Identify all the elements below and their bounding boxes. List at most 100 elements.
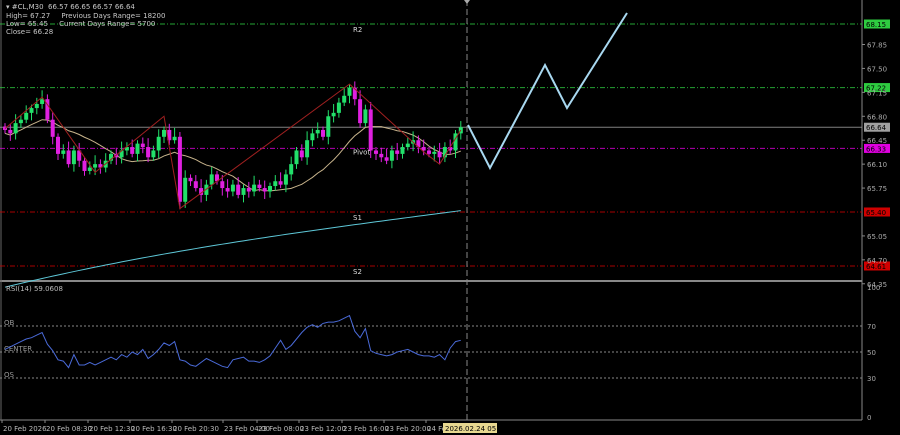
bear-candle	[188, 177, 193, 182]
bull-candle	[310, 133, 315, 141]
price-tick-label: 67.50	[867, 65, 887, 73]
price-tick-label: 67.85	[867, 42, 887, 50]
bear-candle	[236, 184, 241, 195]
bull-candle	[29, 108, 34, 113]
bear-candle	[278, 181, 283, 185]
low-value: Low= 65.45	[6, 20, 48, 28]
bull-candle	[34, 103, 39, 109]
time-label: 23 Feb 20:00	[385, 425, 431, 433]
bear-candle	[262, 188, 267, 192]
price-tick-label: 64.70	[867, 257, 887, 265]
price-chart[interactable]: 68.15R267.2266.6466.33Pivot65.40S164.61S…	[0, 0, 900, 435]
bull-candle	[315, 129, 320, 134]
bull-candle	[183, 177, 188, 202]
bear-candle	[299, 150, 304, 158]
bull-candle	[336, 102, 341, 113]
bear-candle	[56, 136, 60, 154]
rsi-tick-label: 100	[867, 284, 880, 292]
bull-candle	[156, 136, 161, 151]
pivot-label: S2	[353, 268, 362, 276]
bear-candle	[82, 160, 87, 171]
bull-candle	[87, 167, 92, 171]
bull-candle	[241, 188, 246, 195]
bear-candle	[193, 181, 198, 189]
bear-candle	[321, 129, 325, 137]
bull-candle	[162, 129, 166, 137]
bull-candle	[18, 119, 23, 124]
bull-candle	[289, 164, 294, 175]
rsi-tick-label: 70	[867, 323, 876, 331]
bull-candle	[252, 184, 257, 192]
bull-candle	[268, 186, 272, 192]
bear-candle	[140, 143, 145, 148]
bull-candle	[405, 143, 410, 148]
cur-range: Current Days Range= 5700	[59, 20, 156, 28]
rsi-line	[4, 314, 461, 369]
rsi-tick-label: 0	[867, 414, 871, 422]
rsi-title: RSI(14) 59.0608	[6, 285, 63, 293]
bear-candle	[384, 157, 389, 161]
bull-candle	[135, 143, 140, 154]
pivot-label: S1	[353, 214, 362, 222]
bear-candle	[177, 136, 182, 202]
rsi-tick-label: 30	[867, 375, 876, 383]
rsi-level-label: CENTER	[4, 345, 32, 353]
bull-candle	[283, 174, 288, 185]
level-tag-text: 68.15	[866, 21, 886, 29]
bear-candle	[374, 150, 378, 154]
bull-candle	[347, 87, 352, 96]
bull-candle	[389, 150, 394, 161]
bull-candle	[71, 150, 76, 165]
bull-candle	[331, 112, 336, 117]
bear-candle	[379, 153, 384, 158]
bear-candle	[66, 150, 71, 165]
level-tag-text: 66.64	[866, 124, 887, 132]
rsi-level-label: OB	[4, 319, 15, 327]
bull-candle	[294, 150, 299, 165]
time-label: 20 Feb 08:30	[46, 425, 92, 433]
bull-candle	[61, 150, 66, 154]
high-value: High= 67.27	[6, 12, 51, 20]
level-tag-text: 65.40	[866, 209, 886, 217]
info-line-1: High= 67.27 Previous Days Range= 18200	[6, 12, 165, 20]
bull-candle	[342, 95, 347, 103]
time-label: 23 Feb 16:00	[343, 425, 389, 433]
shift-marker-icon	[464, 0, 470, 4]
long-moving-average	[4, 210, 461, 288]
price-tick-label: 67.15	[867, 89, 887, 97]
prev-range: Previous Days Range= 18200	[61, 12, 166, 20]
bull-candle	[151, 150, 156, 158]
crosshair-time: 2026.02.24 05:00	[445, 425, 507, 433]
bull-candle	[13, 123, 18, 134]
time-label: 23 Feb 08:00	[258, 425, 304, 433]
bear-candle	[246, 188, 251, 192]
time-label: 20 Feb 12:30	[89, 425, 135, 433]
price-tick-label: 66.80	[867, 113, 887, 121]
bear-candle	[358, 99, 363, 124]
bear-candle	[257, 184, 262, 189]
bull-candle	[273, 181, 278, 187]
bear-candle	[437, 151, 442, 158]
time-label: 23 Feb 12:00	[300, 425, 346, 433]
projection-path	[467, 12, 628, 171]
price-tick-label: 65.75	[867, 185, 887, 193]
bear-candle	[368, 109, 373, 151]
time-label: 20 Feb 2026	[3, 425, 47, 433]
rsi-tick-label: 50	[867, 349, 876, 357]
pivot-label: Pivot	[353, 148, 370, 156]
time-label: 20 Feb 16:30	[131, 425, 177, 433]
bear-candle	[146, 147, 151, 158]
rsi-level-label: OS	[4, 371, 15, 379]
price-tick-label: 66.45	[867, 137, 887, 145]
level-tag-text: 66.33	[866, 145, 886, 153]
bull-candle	[363, 109, 368, 124]
bear-candle	[427, 150, 431, 154]
bull-candle	[172, 136, 177, 141]
bull-candle	[400, 147, 405, 154]
bear-candle	[50, 119, 55, 137]
bear-candle	[395, 150, 400, 154]
bear-candle	[130, 147, 135, 154]
bear-candle	[225, 188, 230, 192]
bull-candle	[432, 151, 437, 154]
bull-candle	[326, 116, 331, 137]
